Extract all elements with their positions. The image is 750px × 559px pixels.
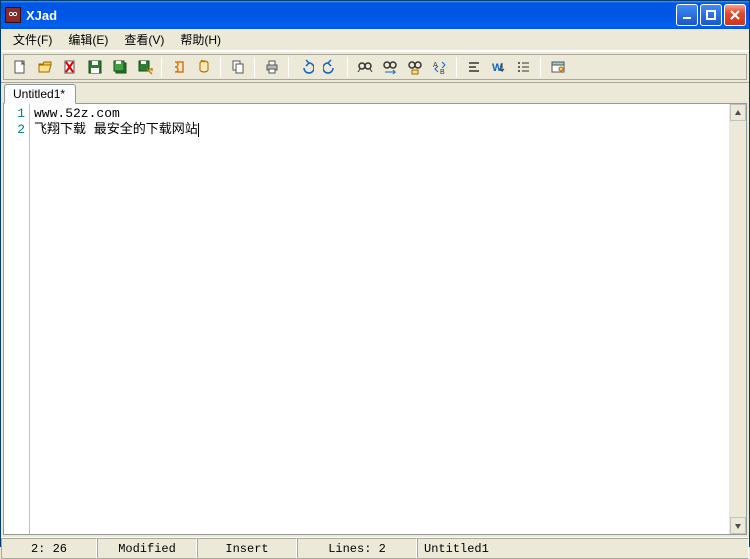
print-button[interactable]: [260, 56, 283, 78]
new-file-button[interactable]: [8, 56, 31, 78]
text-caret: [198, 123, 199, 137]
line-gutter: 1 2: [4, 104, 30, 534]
scroll-up-button[interactable]: [730, 104, 746, 121]
code-area[interactable]: www.52z.com 飞翔下载 最安全的下载网站: [30, 104, 729, 534]
svg-text:W: W: [492, 62, 503, 74]
toolbar-separator: [288, 57, 289, 77]
vertical-scrollbar[interactable]: [729, 104, 746, 534]
menu-file[interactable]: 文件(F): [5, 29, 60, 50]
list-button[interactable]: [512, 56, 535, 78]
save-button[interactable]: [83, 56, 106, 78]
scroll-down-button[interactable]: [730, 517, 746, 534]
decompile-class-button[interactable]: [167, 56, 190, 78]
close-button[interactable]: [724, 4, 746, 26]
save-as-button[interactable]: [133, 56, 156, 78]
status-cursor-position: 2: 26: [1, 538, 97, 559]
delete-button[interactable]: [58, 56, 81, 78]
undo-button[interactable]: [294, 56, 317, 78]
code-line: 飞翔下载 最安全的下载网站: [34, 122, 729, 138]
menu-edit[interactable]: 编辑(E): [60, 29, 116, 50]
window-title: XJad: [26, 8, 676, 23]
status-line-count: Lines: 2: [297, 538, 417, 559]
toolbar-separator: [347, 57, 348, 77]
line-number: 1: [4, 106, 25, 122]
code-line: www.52z.com: [34, 106, 729, 122]
wrap-button[interactable]: W: [487, 56, 510, 78]
line-number: 2: [4, 122, 25, 138]
toolbar-separator: [254, 57, 255, 77]
app-icon: [5, 7, 21, 23]
find-class-button[interactable]: [403, 56, 426, 78]
find-button[interactable]: [353, 56, 376, 78]
open-button[interactable]: [33, 56, 56, 78]
menu-help[interactable]: 帮助(H): [172, 29, 229, 50]
options-button[interactable]: [546, 56, 569, 78]
toolbar: AB W: [3, 54, 747, 80]
status-bar: 2: 26 Modified Insert Lines: 2 Untitled1: [1, 537, 749, 559]
status-file-name: Untitled1: [417, 538, 749, 559]
maximize-button[interactable]: [700, 4, 722, 26]
align-button[interactable]: [462, 56, 485, 78]
find-next-button[interactable]: [378, 56, 401, 78]
toolbar-separator: [161, 57, 162, 77]
redo-button[interactable]: [319, 56, 342, 78]
replace-button[interactable]: AB: [428, 56, 451, 78]
save-all-button[interactable]: [108, 56, 131, 78]
minimize-button[interactable]: [676, 4, 698, 26]
tab-untitled1[interactable]: Untitled1*: [4, 84, 76, 104]
toolbar-separator: [540, 57, 541, 77]
svg-text:B: B: [440, 69, 445, 75]
editor: 1 2 www.52z.com 飞翔下载 最安全的下载网站: [3, 103, 747, 535]
toolbar-separator: [220, 57, 221, 77]
title-bar: XJad: [1, 1, 749, 29]
decompile-jar-button[interactable]: [192, 56, 215, 78]
copy-button[interactable]: [226, 56, 249, 78]
tab-bar: Untitled1*: [1, 83, 749, 103]
status-insert-mode: Insert: [197, 538, 297, 559]
toolbar-separator: [456, 57, 457, 77]
menu-bar: 文件(F) 编辑(E) 查看(V) 帮助(H): [1, 29, 749, 51]
menu-view[interactable]: 查看(V): [116, 29, 172, 50]
status-modified: Modified: [97, 538, 197, 559]
toolbar-container: AB W: [1, 51, 749, 83]
